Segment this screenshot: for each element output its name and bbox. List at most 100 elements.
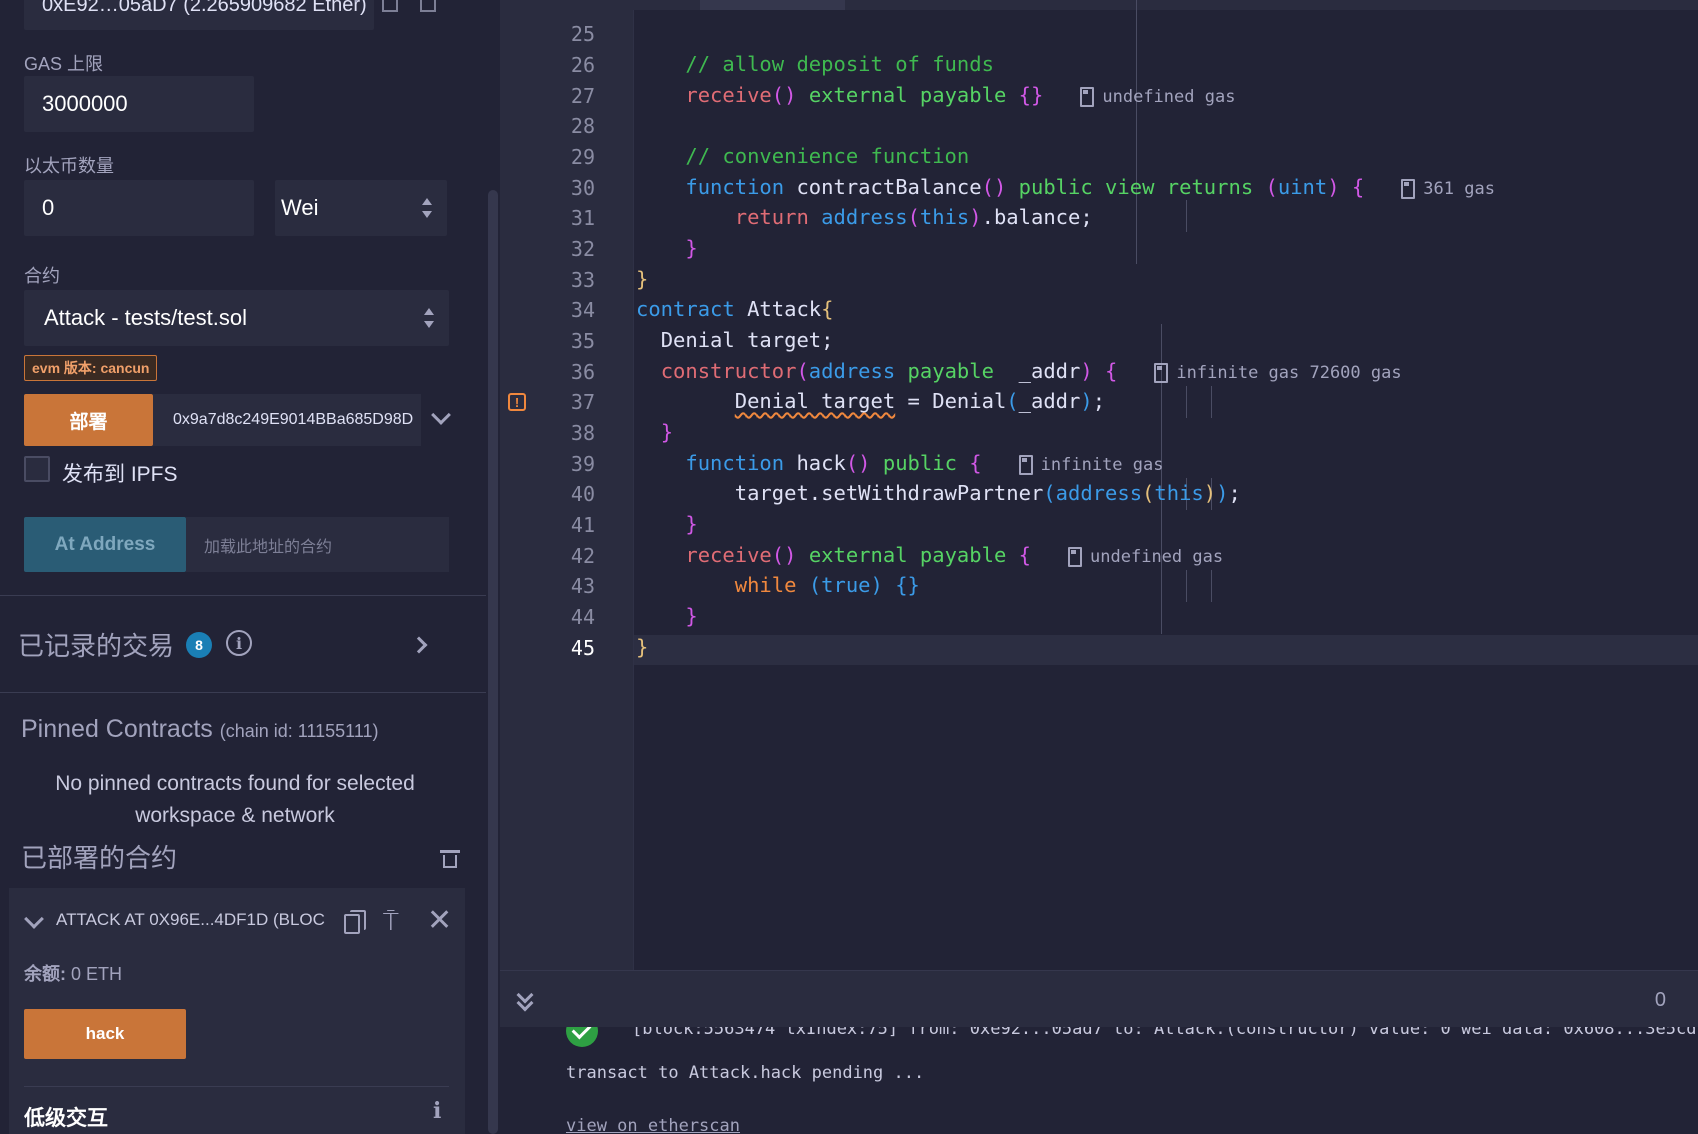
gas-estimate: undefined gas [1090,547,1224,567]
chevron-down-icon[interactable] [24,909,44,929]
editor-tab-bar [500,0,1698,10]
deployed-contract-instance: ATTACK AT 0X96E...4DF1D (BLOCKCHAIN) ⍑ ✕… [9,888,465,1134]
contract-label: 合约 [24,266,60,286]
close-icon[interactable]: ✕ [427,906,452,936]
pinned-contracts-label: Pinned Contracts [21,715,213,743]
code-line: function hack() public { infinite gas [685,451,1164,475]
warning-icon[interactable]: ! [508,393,526,411]
select-arrows-icon [423,307,435,329]
deploy-button[interactable]: 部署 [24,394,153,446]
terminal-pending-count: 0 [1654,989,1666,1011]
collapse-terminal-icon[interactable] [516,986,534,1012]
code-line: } [636,635,649,659]
no-pinned-message: No pinned contracts found for selected w… [55,772,415,827]
code-line: } [685,604,698,628]
pin-icon[interactable]: ⍑ [383,906,399,938]
deployed-contracts-title: 已部署的合约 [21,843,178,873]
indent-guide [1186,200,1187,232]
code-line: target.setWithdrawPartner(address(this))… [636,481,1241,505]
view-on-etherscan-link[interactable]: view on etherscan [566,1116,740,1134]
panel-scrollbar[interactable] [488,190,498,1134]
evm-version-badge: evm 版本: cancun [24,355,158,381]
terminal-panel: [block:5563474 txIndex:75] from: 0xe92..… [500,970,1698,1134]
recorded-transactions-count: 8 [186,632,212,658]
deploy-address-input[interactable]: 0x9a7d8c249E9014BBa685D98D [153,394,421,446]
terminal-toolbar: 0 [500,971,1698,1027]
edit-icon[interactable] [420,0,436,12]
line-number: 44 [570,605,595,629]
divider [24,1086,449,1087]
code-line: while (true) {} [734,573,920,597]
at-address-input[interactable]: 加载此地址的合约 [186,517,449,572]
indent-guide [1186,570,1187,602]
gas-pump-icon [1080,87,1095,107]
current-line-highlight [634,635,1698,665]
gas-estimate: infinite gas [1040,455,1164,475]
select-arrows-icon [421,197,433,219]
info-icon[interactable]: i [226,630,252,656]
chevron-down-icon[interactable] [431,405,451,425]
indent-guide [1136,0,1137,264]
value-label: 以太币数量 [24,156,114,176]
info-icon[interactable]: i [433,1098,441,1124]
code-editor[interactable]: 25 26 27 28 29 30 31 32 33 34 35 36 37 3… [500,0,1698,970]
code-line: constructor(address payable _addr) { inf… [660,359,1402,383]
account-value: 0xE92…05aD7 (2.265909682 Ether) [42,0,367,16]
line-number: 36 [570,360,595,384]
code-line: // allow deposit of funds [685,52,994,76]
terminal-pending-line: transact to Attack.hack pending ... [566,1063,925,1083]
line-number: 38 [570,421,595,445]
line-number-active: 45 [570,636,595,660]
code-line: contract Attack{ [636,297,834,321]
copy-icon[interactable] [382,0,398,12]
line-number: 26 [570,53,595,77]
line-number: 25 [570,22,595,46]
gas-pump-icon [1401,179,1416,199]
line-number: 34 [570,298,595,322]
gas-estimate: undefined gas [1102,87,1236,107]
line-number: 41 [570,513,595,537]
line-number: 28 [570,114,595,138]
value-input[interactable]: 0 [24,180,254,236]
code-line: } [685,236,698,260]
gas-pump-icon [1154,363,1169,383]
line-number: 30 [570,176,595,200]
recorded-transactions-title[interactable]: 已记录的交易 [18,626,174,663]
hack-button[interactable]: hack [24,1009,186,1059]
code-line: receive() external payable {} undefined … [685,83,1236,107]
line-number: 31 [570,206,595,230]
gas-limit-label: GAS 上限 [24,54,104,74]
pinned-contracts-title: Pinned Contracts (chain id: 11155111) [21,715,379,744]
indent-guide [1186,386,1187,418]
trash-icon[interactable] [440,850,460,868]
instance-title[interactable]: ATTACK AT 0X96E...4DF1D (BLOCKCHAIN) [56,910,326,930]
chevron-right-icon[interactable] [410,636,428,654]
code-line: // convenience function [685,144,970,168]
code-line: receive() external payable { undefined g… [685,543,1224,567]
line-number: 42 [570,544,595,568]
balance-value: 0 ETH [71,964,123,984]
code-line: } [636,267,649,291]
instance-balance: 余额: 0 ETH [24,960,122,986]
line-number: 29 [570,145,595,169]
editor-tab[interactable] [700,0,845,10]
value-unit-select[interactable]: Wei [275,180,447,236]
contract-selected-text: Attack - tests/test.sol [44,305,247,330]
line-number: 39 [570,452,595,476]
pinned-chain-id: (chain id: 11155111) [219,721,379,741]
gas-limit-input[interactable]: 3000000 [24,76,254,132]
at-address-button[interactable]: At Address [24,517,186,572]
divider [0,595,486,596]
line-number: 43 [570,574,595,598]
gas-estimate: 361 gas [1423,179,1495,199]
publish-ipfs-checkbox[interactable] [24,456,50,482]
account-select[interactable]: 0xE92…05aD7 (2.265909682 Ether) ▼ [24,0,374,30]
gas-pump-icon [1068,547,1083,567]
code-line: } [660,420,674,444]
copy-icon[interactable] [344,910,366,934]
contract-select[interactable]: Attack - tests/test.sol [24,290,449,346]
line-number: 33 [570,268,595,292]
line-number: 40 [570,482,595,506]
code-line: Denial target = Denial(_addr); [734,389,1106,413]
indent-guide [1211,570,1212,602]
